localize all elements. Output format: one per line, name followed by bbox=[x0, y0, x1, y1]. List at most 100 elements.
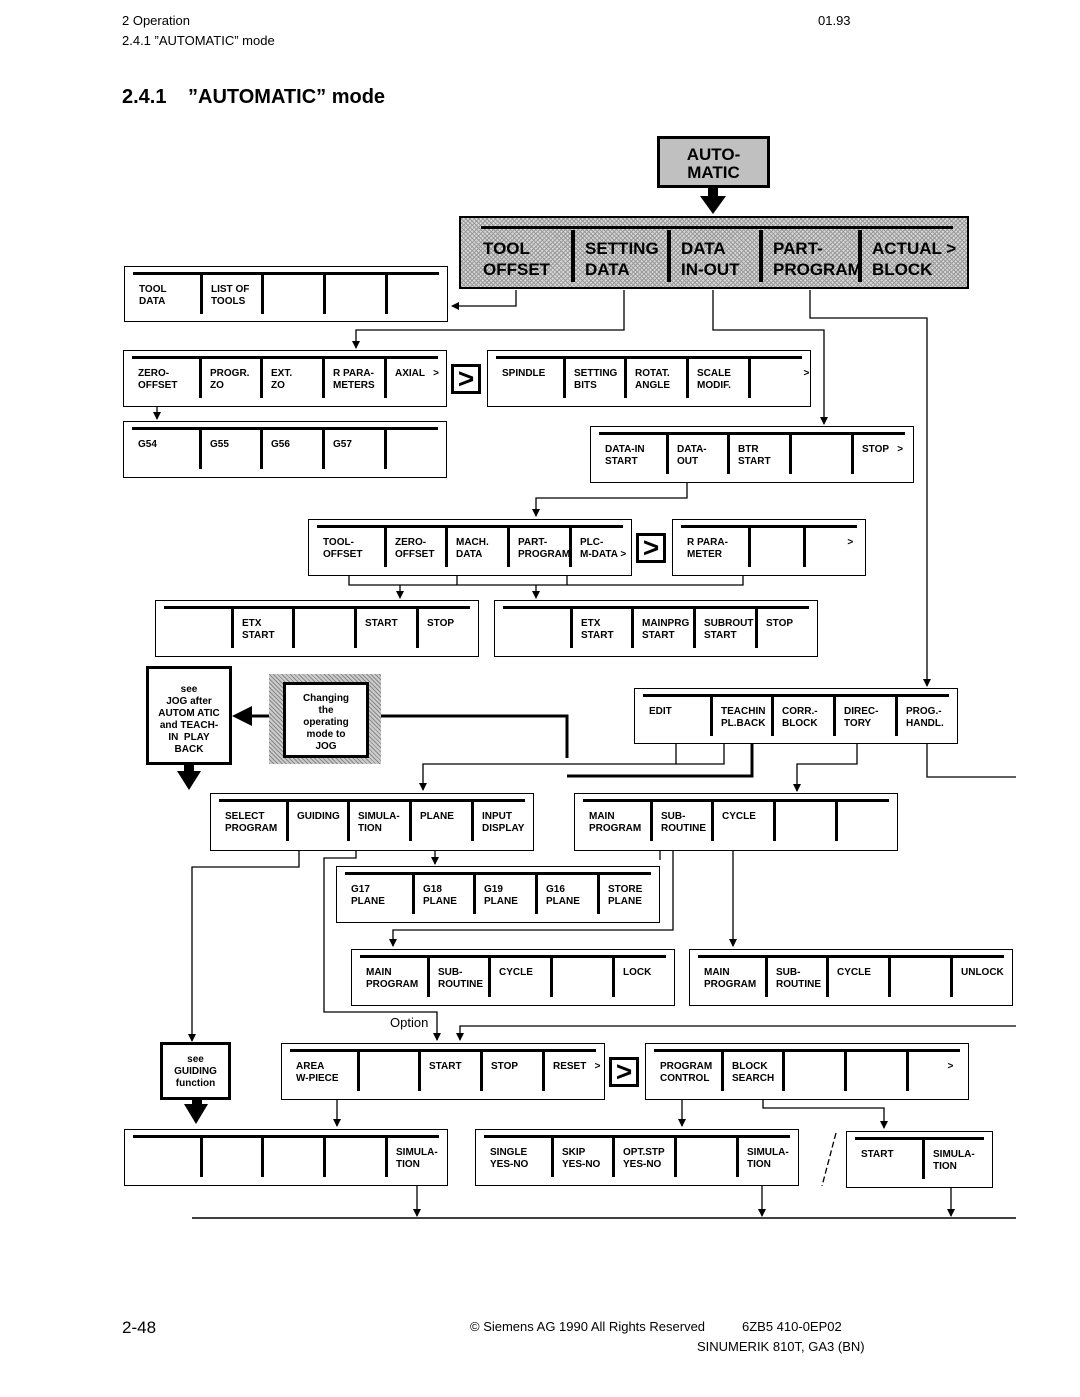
softkey[interactable]: SUB- ROUTINE bbox=[427, 958, 488, 997]
softkey[interactable]: > bbox=[803, 528, 867, 567]
next-arrow-icon[interactable]: > bbox=[609, 1057, 639, 1087]
softkey[interactable]: > bbox=[906, 1052, 970, 1091]
softkey[interactable]: SIMULA- TION bbox=[736, 1138, 800, 1177]
softkey[interactable] bbox=[323, 1138, 385, 1177]
softkey[interactable] bbox=[261, 275, 323, 314]
softkey[interactable]: G16 PLANE bbox=[535, 875, 597, 914]
softkey[interactable]: G56 bbox=[260, 430, 322, 469]
softkey[interactable]: ETX START bbox=[570, 609, 631, 648]
softkey[interactable] bbox=[357, 1052, 418, 1091]
softkey[interactable] bbox=[501, 609, 570, 648]
softkey[interactable] bbox=[835, 802, 899, 841]
softkey[interactable]: OPT.STP YES-NO bbox=[612, 1138, 674, 1177]
softkey[interactable]: ZERO- OFFSET bbox=[130, 359, 199, 398]
softkey[interactable]: START bbox=[354, 609, 416, 648]
softkey[interactable]: GUIDING bbox=[286, 802, 347, 841]
softkey-part-program[interactable]: PART- PROGRAM bbox=[759, 230, 862, 282]
softkey[interactable]: MAINPRG START bbox=[631, 609, 693, 648]
softkey[interactable]: ROTAT. ANGLE bbox=[624, 359, 686, 398]
softkey[interactable]: MAIN PROGRAM bbox=[696, 958, 765, 997]
softkey[interactable]: PLANE bbox=[409, 802, 471, 841]
softkey[interactable]: UNLOCK bbox=[950, 958, 1014, 997]
softkey[interactable]: DATA- OUT bbox=[666, 435, 727, 474]
softkey[interactable] bbox=[782, 1052, 844, 1091]
softkey[interactable] bbox=[844, 1052, 906, 1091]
softkey[interactable]: MAIN PROGRAM bbox=[581, 802, 650, 841]
softkey[interactable]: SIMULA- TION bbox=[385, 1138, 449, 1177]
softkey[interactable]: SUB- ROUTINE bbox=[650, 802, 711, 841]
softkey[interactable]: DIREC- TORY bbox=[833, 697, 895, 736]
softkey[interactable]: DATA-IN START bbox=[597, 435, 666, 474]
softkey[interactable] bbox=[888, 958, 950, 997]
softkey[interactable]: G17 PLANE bbox=[343, 875, 412, 914]
softkey[interactable]: PROGR. ZO bbox=[199, 359, 260, 398]
softkey[interactable]: G54 bbox=[130, 430, 199, 469]
softkey[interactable]: LOCK bbox=[612, 958, 676, 997]
softkey[interactable]: PROG.- HANDL. bbox=[895, 697, 959, 736]
softkey[interactable]: BTR START bbox=[727, 435, 789, 474]
softkey[interactable]: ETX START bbox=[231, 609, 292, 648]
softkey[interactable]: CYCLE bbox=[826, 958, 888, 997]
softkey[interactable]: CORR.- BLOCK bbox=[771, 697, 833, 736]
softkey[interactable]: AREA W-PIECE bbox=[288, 1052, 357, 1091]
softkey[interactable]: EXT. ZO bbox=[260, 359, 322, 398]
softkey[interactable]: PLC- M-DATA > bbox=[569, 528, 633, 567]
softkey-tool-offset[interactable]: TOOL OFFSET bbox=[473, 230, 571, 282]
softkey-setting-data[interactable]: SETTING DATA bbox=[571, 230, 667, 282]
softkey[interactable]: SUB- ROUTINE bbox=[765, 958, 826, 997]
softkey[interactable]: BLOCK SEARCH bbox=[721, 1052, 782, 1091]
softkey-data-in-out[interactable]: DATA IN-OUT bbox=[667, 230, 759, 282]
softkey[interactable]: START bbox=[853, 1140, 922, 1179]
softkey[interactable] bbox=[261, 1138, 323, 1177]
softkey[interactable]: SIMULA- TION bbox=[922, 1140, 994, 1179]
softkey[interactable]: SINGLE YES-NO bbox=[482, 1138, 551, 1177]
softkey[interactable]: CYCLE bbox=[488, 958, 550, 997]
softkey[interactable] bbox=[200, 1138, 261, 1177]
softkey[interactable]: SUBROUT START bbox=[693, 609, 755, 648]
softkey[interactable]: LIST OF TOOLS bbox=[200, 275, 261, 314]
softkey[interactable]: TOOL DATA bbox=[131, 275, 200, 314]
softkey[interactable]: TEACHIN PL.BACK bbox=[710, 697, 771, 736]
softkey[interactable]: STOP > bbox=[851, 435, 915, 474]
softkey[interactable]: SCALE MODIF. bbox=[686, 359, 748, 398]
softkey[interactable]: G18 PLANE bbox=[412, 875, 473, 914]
next-arrow-icon[interactable]: > bbox=[636, 533, 666, 563]
softkey[interactable]: > bbox=[748, 359, 812, 398]
softkey[interactable]: AXIAL > bbox=[384, 359, 448, 398]
softkey[interactable]: G55 bbox=[199, 430, 260, 469]
softkey[interactable]: TOOL- OFFSET bbox=[315, 528, 384, 567]
softkey[interactable] bbox=[789, 435, 851, 474]
softkey[interactable]: G19 PLANE bbox=[473, 875, 535, 914]
softkey[interactable] bbox=[773, 802, 835, 841]
next-arrow-icon[interactable]: > bbox=[451, 364, 481, 394]
softkey[interactable] bbox=[131, 1138, 200, 1177]
softkey[interactable]: SIMULA- TION bbox=[347, 802, 409, 841]
softkey[interactable] bbox=[323, 275, 385, 314]
softkey[interactable]: SETTING BITS bbox=[563, 359, 624, 398]
softkey[interactable]: SELECT PROGRAM bbox=[217, 802, 286, 841]
softkey[interactable] bbox=[748, 528, 803, 567]
softkey[interactable] bbox=[550, 958, 612, 997]
softkey[interactable]: SKIP YES-NO bbox=[551, 1138, 612, 1177]
softkey[interactable] bbox=[162, 609, 231, 648]
softkey[interactable]: STOP bbox=[416, 609, 480, 648]
softkey[interactable]: EDIT bbox=[641, 697, 710, 736]
softkey[interactable] bbox=[292, 609, 354, 648]
automatic-mode-key[interactable]: AUTO- MATIC bbox=[657, 136, 770, 188]
softkey[interactable]: PROGRAM CONTROL bbox=[652, 1052, 721, 1091]
softkey[interactable]: SPINDLE bbox=[494, 359, 563, 398]
softkey[interactable]: ZERO- OFFSET bbox=[384, 528, 445, 567]
softkey[interactable]: MACH. DATA bbox=[445, 528, 507, 567]
softkey[interactable]: R PARA- METER bbox=[679, 528, 748, 567]
softkey[interactable]: STOP bbox=[480, 1052, 542, 1091]
softkey[interactable]: R PARA- METERS bbox=[322, 359, 384, 398]
softkey[interactable]: CYCLE bbox=[711, 802, 773, 841]
softkey-actual-block[interactable]: ACTUAL > BLOCK bbox=[858, 230, 963, 282]
softkey[interactable]: STOP bbox=[755, 609, 819, 648]
softkey[interactable]: STORE PLANE bbox=[597, 875, 661, 914]
softkey[interactable] bbox=[385, 275, 449, 314]
softkey[interactable]: START bbox=[418, 1052, 480, 1091]
softkey[interactable]: MAIN PROGRAM bbox=[358, 958, 427, 997]
softkey[interactable]: RESET > bbox=[542, 1052, 606, 1091]
softkey[interactable] bbox=[384, 430, 448, 469]
